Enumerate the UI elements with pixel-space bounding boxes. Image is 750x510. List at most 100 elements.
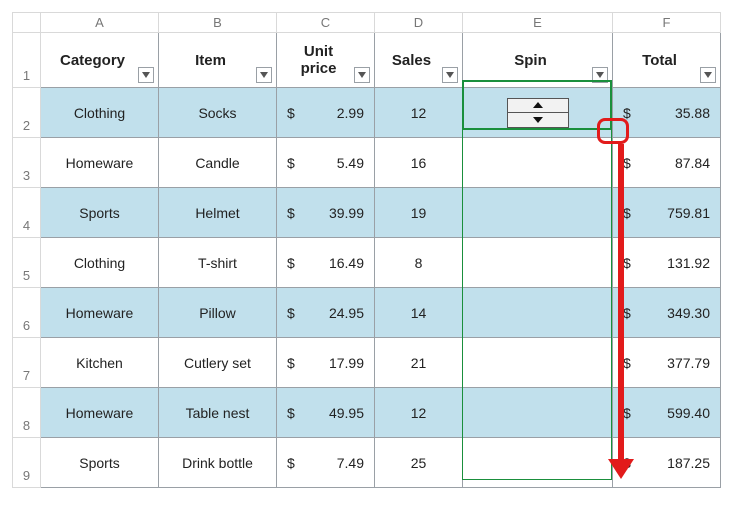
cell-sales[interactable]: 19	[375, 188, 463, 238]
header-total[interactable]: Total	[613, 33, 721, 88]
cell-spin[interactable]	[463, 388, 613, 438]
cell-category[interactable]: Homeware	[41, 288, 159, 338]
cell-sales[interactable]: 16	[375, 138, 463, 188]
cell-unit-price[interactable]: $17.99	[277, 338, 375, 388]
cell-unit-price[interactable]: $24.95	[277, 288, 375, 338]
filter-button-item[interactable]	[256, 67, 272, 83]
spreadsheet-grid[interactable]: A B C D E F 1 Category Item Unit price	[12, 12, 721, 488]
filter-button-total[interactable]	[700, 67, 716, 83]
cell-item[interactable]: Candle	[159, 138, 277, 188]
header-item-label: Item	[195, 52, 226, 69]
cell-spin[interactable]	[463, 438, 613, 488]
row-header-1[interactable]: 1	[13, 33, 41, 88]
cell-item[interactable]: Helmet	[159, 188, 277, 238]
cell-category[interactable]: Homeware	[41, 388, 159, 438]
currency-symbol: $	[623, 105, 631, 121]
cell-unit-price[interactable]: $49.95	[277, 388, 375, 438]
table-row: 8 Homeware Table nest $49.95 12 $599.40	[13, 388, 721, 438]
cell-total[interactable]: $349.30	[613, 288, 721, 338]
row-header-3[interactable]: 3	[13, 138, 41, 188]
cell-item[interactable]: Socks	[159, 88, 277, 138]
cell-category[interactable]: Sports	[41, 188, 159, 238]
cell-total[interactable]: $87.84	[613, 138, 721, 188]
table-row: 9 Sports Drink bottle $7.49 25 $187.25	[13, 438, 721, 488]
header-category-label: Category	[60, 52, 125, 69]
row-header-2[interactable]: 2	[13, 88, 41, 138]
cell-sales[interactable]: 25	[375, 438, 463, 488]
cell-total[interactable]: $187.25	[613, 438, 721, 488]
filter-button-sales[interactable]	[442, 67, 458, 83]
cell-sales[interactable]: 12	[375, 388, 463, 438]
triangle-down-icon	[533, 117, 543, 123]
cell-spin[interactable]	[463, 338, 613, 388]
cell-unit-price[interactable]: $2.99	[277, 88, 375, 138]
cell-spin[interactable]	[463, 288, 613, 338]
col-header-b[interactable]: B	[159, 13, 277, 33]
cell-total[interactable]: $599.40	[613, 388, 721, 438]
cell-total[interactable]: $377.79	[613, 338, 721, 388]
col-header-d[interactable]: D	[375, 13, 463, 33]
header-unit-price[interactable]: Unit price	[277, 33, 375, 88]
row-header-5[interactable]: 5	[13, 238, 41, 288]
chevron-down-icon	[260, 72, 268, 78]
cell-item[interactable]: T-shirt	[159, 238, 277, 288]
cell-spin[interactable]	[463, 138, 613, 188]
filter-button-spin[interactable]	[592, 67, 608, 83]
cell-unit-price[interactable]: $39.99	[277, 188, 375, 238]
row-header-4[interactable]: 4	[13, 188, 41, 238]
header-sales[interactable]: Sales	[375, 33, 463, 88]
cell-category[interactable]: Sports	[41, 438, 159, 488]
table-row: 2 Clothing Socks $2.99 12 $35.88	[13, 88, 721, 138]
cell-spin[interactable]	[463, 188, 613, 238]
currency-symbol: $	[287, 105, 295, 121]
cell-unit-price[interactable]: $7.49	[277, 438, 375, 488]
spin-up-button[interactable]	[508, 99, 568, 113]
col-header-a[interactable]: A	[41, 13, 159, 33]
cell-total[interactable]: $35.88	[613, 88, 721, 138]
header-spin[interactable]: Spin	[463, 33, 613, 88]
cell-sales[interactable]: 21	[375, 338, 463, 388]
table-header-row: 1 Category Item Unit price Sales	[13, 33, 721, 88]
table-row: 4 Sports Helmet $39.99 19 $759.81	[13, 188, 721, 238]
table-row: 5 Clothing T-shirt $16.49 8 $131.92	[13, 238, 721, 288]
cell-category[interactable]: Clothing	[41, 88, 159, 138]
col-header-e[interactable]: E	[463, 13, 613, 33]
header-sales-label: Sales	[392, 52, 431, 69]
spin-down-button[interactable]	[508, 113, 568, 127]
cell-category[interactable]: Homeware	[41, 138, 159, 188]
row-header-8[interactable]: 8	[13, 388, 41, 438]
cell-item[interactable]: Drink bottle	[159, 438, 277, 488]
cell-item[interactable]: Cutlery set	[159, 338, 277, 388]
cell-total[interactable]: $759.81	[613, 188, 721, 238]
cell-spin[interactable]	[463, 88, 613, 138]
header-total-label: Total	[642, 52, 677, 69]
table-row: 6 Homeware Pillow $24.95 14 $349.30	[13, 288, 721, 338]
cell-category[interactable]: Kitchen	[41, 338, 159, 388]
filter-button-category[interactable]	[138, 67, 154, 83]
cell-spin[interactable]	[463, 238, 613, 288]
chevron-down-icon	[358, 72, 366, 78]
cell-sales[interactable]: 8	[375, 238, 463, 288]
triangle-up-icon	[533, 102, 543, 108]
spin-button-control[interactable]	[507, 98, 569, 128]
cell-unit-price[interactable]: $16.49	[277, 238, 375, 288]
table-row: 3 Homeware Candle $5.49 16 $87.84	[13, 138, 721, 188]
header-item[interactable]: Item	[159, 33, 277, 88]
corner-cell[interactable]	[13, 13, 41, 33]
cell-item[interactable]: Table nest	[159, 388, 277, 438]
cell-sales[interactable]: 14	[375, 288, 463, 338]
col-header-c[interactable]: C	[277, 13, 375, 33]
header-category[interactable]: Category	[41, 33, 159, 88]
cell-sales[interactable]: 12	[375, 88, 463, 138]
filter-button-unit-price[interactable]	[354, 67, 370, 83]
cell-item[interactable]: Pillow	[159, 288, 277, 338]
row-header-7[interactable]: 7	[13, 338, 41, 388]
col-header-f[interactable]: F	[613, 13, 721, 33]
row-header-6[interactable]: 6	[13, 288, 41, 338]
cell-unit-price[interactable]: $5.49	[277, 138, 375, 188]
header-unit-price-label: Unit price	[301, 43, 337, 77]
chevron-down-icon	[446, 72, 454, 78]
cell-category[interactable]: Clothing	[41, 238, 159, 288]
row-header-9[interactable]: 9	[13, 438, 41, 488]
cell-total[interactable]: $131.92	[613, 238, 721, 288]
